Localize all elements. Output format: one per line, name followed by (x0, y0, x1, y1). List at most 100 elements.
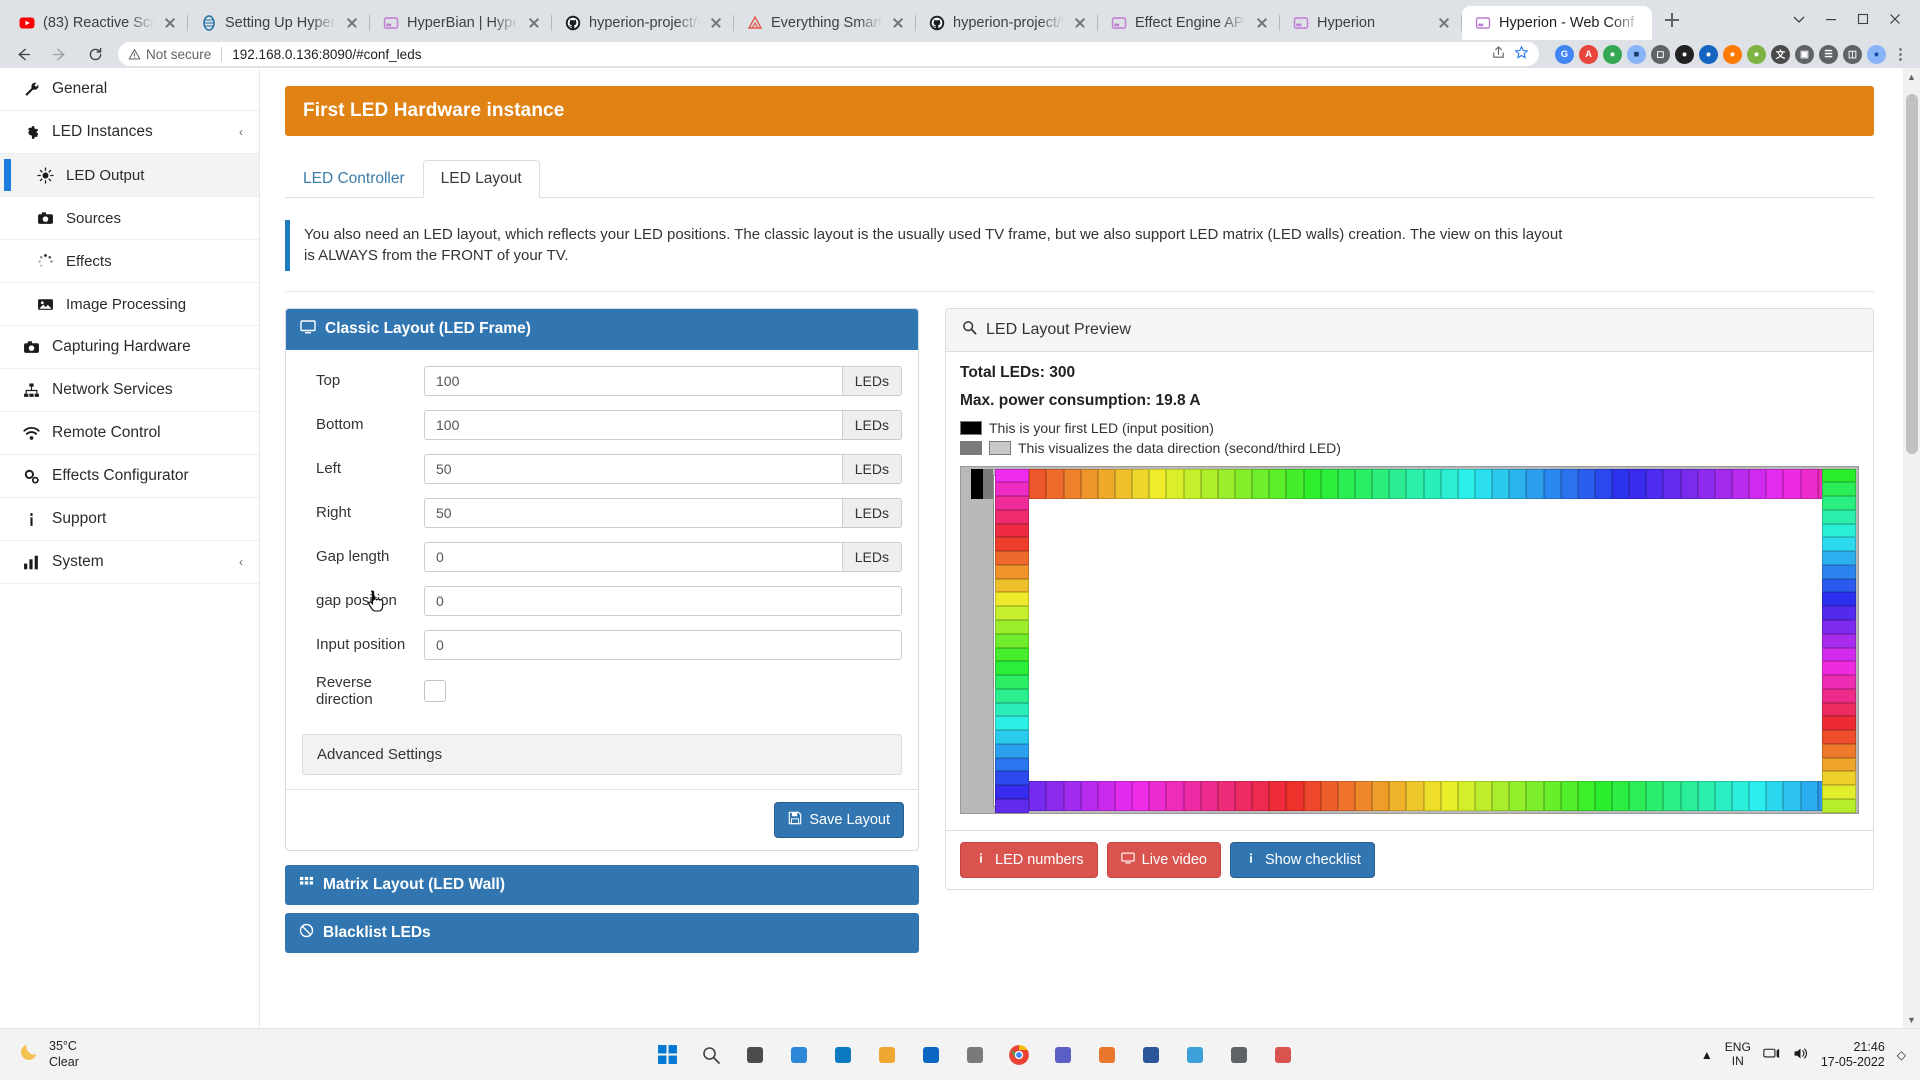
sidebar-item-general[interactable]: General (0, 68, 259, 111)
browser-tab[interactable]: Hyperion (1280, 6, 1462, 40)
translate-icon[interactable]: 文 (1771, 45, 1790, 64)
minimize-button[interactable] (1816, 6, 1846, 32)
taskbar-photos-icon[interactable] (1180, 1040, 1210, 1070)
maximize-button[interactable] (1848, 6, 1878, 32)
clock[interactable]: 21:46 17-05-2022 (1821, 1040, 1885, 1070)
page-scrollbar[interactable]: ▲ ▼ (1903, 68, 1920, 1028)
taskbar-tool-icon[interactable] (1268, 1040, 1298, 1070)
weather-widget[interactable]: 35°C Clear (0, 1039, 250, 1070)
tab-close-icon[interactable] (344, 15, 360, 31)
tab-close-icon[interactable] (1072, 15, 1088, 31)
browser-tab[interactable]: Effect Engine API | Hyp (1098, 6, 1280, 40)
save-layout-button[interactable]: Save Layout (774, 802, 904, 838)
bookmark-star-icon[interactable] (1514, 45, 1529, 63)
tab-led-layout[interactable]: LED Layout (423, 160, 540, 198)
taskbar-settings-icon[interactable] (1224, 1040, 1254, 1070)
led-numbers-button[interactable]: LED numbers (960, 842, 1098, 878)
led-preview-canvas[interactable] (960, 466, 1859, 814)
volume-icon[interactable] (1792, 1045, 1809, 1065)
browser-tab[interactable]: Everything Smart Hom (734, 6, 916, 40)
taskbar-edge-icon[interactable] (828, 1040, 858, 1070)
taskbar-explorer-icon[interactable] (872, 1040, 902, 1070)
gap-length-input[interactable] (424, 542, 843, 572)
sidebar-item-capturing-hardware[interactable]: Capturing Hardware (0, 326, 259, 369)
sidebar-item-network-services[interactable]: Network Services (0, 369, 259, 412)
extension-icon-7[interactable]: ● (1723, 45, 1742, 64)
taskbar-word-icon[interactable] (1136, 1040, 1166, 1070)
sidebar-item-led-instances[interactable]: LED Instances‹ (0, 111, 259, 154)
browser-tab[interactable]: hyperion-project/Hyp (916, 6, 1098, 40)
tray-expand-icon[interactable]: ▲ (1701, 1048, 1713, 1062)
right-input[interactable] (424, 498, 843, 528)
sidebar-item-system[interactable]: System‹ (0, 541, 259, 584)
taskbar-widgets-icon[interactable] (784, 1040, 814, 1070)
reading-list-icon[interactable]: ☰ (1819, 45, 1838, 64)
advanced-settings-button[interactable]: Advanced Settings (302, 734, 902, 775)
taskbar-chrome-icon[interactable] (1004, 1040, 1034, 1070)
browser-tab[interactable]: Setting Up Hyperbian (188, 6, 370, 40)
browser-tab[interactable]: HyperBian | Hyperion (370, 6, 552, 40)
tab-close-icon[interactable] (162, 15, 178, 31)
tab-led-controller[interactable]: LED Controller (285, 160, 423, 198)
sidebar-item-image-processing[interactable]: Image Processing (0, 283, 259, 326)
sidebar-item-led-output[interactable]: LED Output (0, 154, 259, 197)
extension-icon-1[interactable]: G (1555, 45, 1574, 64)
browser-tab[interactable]: Hyperion - Web Conf (1462, 6, 1652, 40)
sidebar-item-effects[interactable]: Effects (0, 240, 259, 283)
input-position-input[interactable] (424, 630, 902, 660)
classic-layout-header[interactable]: Classic Layout (LED Frame) (286, 309, 918, 350)
scrollbar-thumb[interactable] (1906, 94, 1918, 454)
tab-search-button[interactable] (1784, 6, 1814, 32)
notifications-icon[interactable]: ◇ (1897, 1048, 1906, 1062)
extension-icon-4[interactable]: ◻ (1651, 45, 1670, 64)
extension-icon-abp[interactable]: A (1579, 45, 1598, 64)
sidebar-item-sources[interactable]: Sources (0, 197, 259, 240)
extension-icon-6[interactable]: ● (1699, 45, 1718, 64)
chevron-left-icon[interactable]: ‹ (239, 555, 243, 569)
new-tab-button[interactable] (1658, 6, 1686, 34)
blacklist-leds-panel-header[interactable]: Blacklist LEDs (285, 913, 919, 953)
extension-icon-8[interactable]: ● (1747, 45, 1766, 64)
tab-close-icon[interactable] (890, 15, 906, 31)
puzzle-extensions-icon[interactable]: ▣ (1795, 45, 1814, 64)
extension-icon-3[interactable]: ■ (1627, 45, 1646, 64)
left-input[interactable] (424, 454, 843, 484)
tab-close-icon[interactable] (708, 15, 724, 31)
close-window-button[interactable] (1880, 6, 1910, 32)
reverse-direction-checkbox[interactable] (424, 680, 446, 702)
security-indicator[interactable]: Not secure (128, 47, 211, 62)
taskbar-store-icon[interactable] (960, 1040, 990, 1070)
live-video-button[interactable]: Live video (1107, 842, 1221, 878)
extension-icon-2[interactable]: ● (1603, 45, 1622, 64)
taskbar-teams-icon[interactable] (1048, 1040, 1078, 1070)
browser-tab[interactable]: (83) Reactive Screen B (6, 6, 188, 40)
extension-icon-5[interactable]: ● (1675, 45, 1694, 64)
back-button[interactable] (10, 41, 36, 67)
reload-button[interactable] (82, 41, 108, 67)
taskbar-start-icon[interactable] (652, 1040, 682, 1070)
sidebar-item-effects-configurator[interactable]: Effects Configurator (0, 455, 259, 498)
sidepanel-icon[interactable]: ◫ (1843, 45, 1862, 64)
taskbar-vlc-icon[interactable] (1092, 1040, 1122, 1070)
top-input[interactable] (424, 366, 843, 396)
chrome-menu-icon[interactable]: ⋮ (1891, 45, 1910, 64)
taskbar-outlook-icon[interactable] (916, 1040, 946, 1070)
bottom-input[interactable] (424, 410, 843, 440)
tab-close-icon[interactable] (1436, 15, 1452, 31)
chevron-left-icon[interactable]: ‹ (239, 125, 243, 139)
matrix-layout-panel-header[interactable]: Matrix Layout (LED Wall) (285, 865, 919, 905)
network-icon[interactable] (1763, 1045, 1780, 1065)
sidebar-item-remote-control[interactable]: Remote Control (0, 412, 259, 455)
browser-tab[interactable]: hyperion-project/Hyp (552, 6, 734, 40)
scroll-up-arrow[interactable]: ▲ (1903, 68, 1920, 85)
tab-close-icon[interactable] (1254, 15, 1270, 31)
taskbar-taskview-icon[interactable] (740, 1040, 770, 1070)
forward-button[interactable] (46, 41, 72, 67)
tab-close-icon[interactable] (526, 15, 542, 31)
address-bar[interactable]: Not secure 192.168.0.136:8090/#conf_leds (118, 42, 1539, 66)
scroll-down-arrow[interactable]: ▼ (1903, 1011, 1920, 1028)
show-checklist-button[interactable]: Show checklist (1230, 842, 1375, 878)
language-indicator[interactable]: ENG IN (1725, 1041, 1751, 1069)
taskbar-search-icon[interactable] (696, 1040, 726, 1070)
share-icon[interactable] (1491, 45, 1506, 63)
